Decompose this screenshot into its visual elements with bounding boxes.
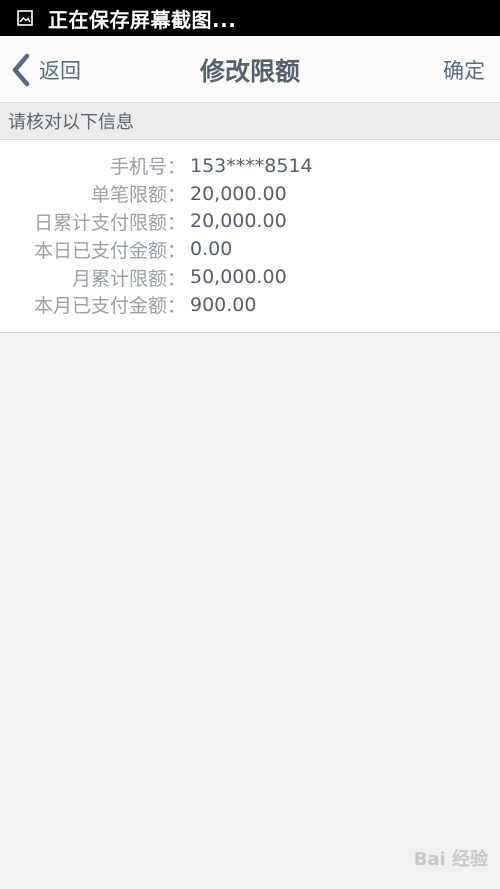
watermark: Bai 经验 (413, 849, 488, 870)
section-header: 请核对以下信息 (0, 103, 500, 140)
info-row-monthly-paid: 本月已支付金额： 900.00 (0, 291, 500, 319)
single-limit-label: 单笔限额： (90, 184, 186, 207)
status-notification-text: 正在保存屏幕截图... (48, 7, 237, 32)
daily-paid-value: 0.00 (190, 238, 233, 261)
confirm-button[interactable]: 确定 (443, 36, 485, 103)
info-row-monthly-limit: 月累计限额： 50,000.00 (0, 263, 500, 291)
info-row-single-limit: 单笔限额： 20,000.00 (0, 180, 500, 208)
monthly-paid-value: 900.00 (190, 293, 257, 316)
monthly-limit-value: 50,000.00 (190, 266, 287, 289)
image-icon (17, 10, 33, 26)
nav-bar: 返回 修改限额 确定 (0, 36, 500, 103)
phone-value: 153****8514 (190, 154, 313, 177)
info-card: 手机号： 153****8514 单笔限额： 20,000.00 日累计支付限额… (0, 140, 500, 333)
phone-label: 手机号： (109, 156, 186, 179)
daily-paid-label: 本日已支付金额： (33, 239, 186, 262)
info-row-daily-limit: 日累计支付限额： 20,000.00 (0, 208, 500, 236)
single-limit-value: 20,000.00 (190, 182, 287, 205)
monthly-limit-label: 月累计限额： (71, 267, 186, 290)
back-button[interactable]: 返回 (10, 36, 81, 103)
daily-limit-label: 日累计支付限额： (33, 211, 186, 234)
daily-limit-value: 20,000.00 (190, 210, 287, 233)
monthly-paid-label: 本月已支付金额： (33, 295, 186, 318)
chevron-left-icon (12, 53, 30, 86)
info-row-daily-paid: 本日已支付金额： 0.00 (0, 235, 500, 263)
status-bar: 正在保存屏幕截图... (0, 0, 500, 36)
info-row-phone: 手机号： 153****8514 (0, 152, 500, 180)
back-button-label: 返回 (39, 58, 81, 83)
